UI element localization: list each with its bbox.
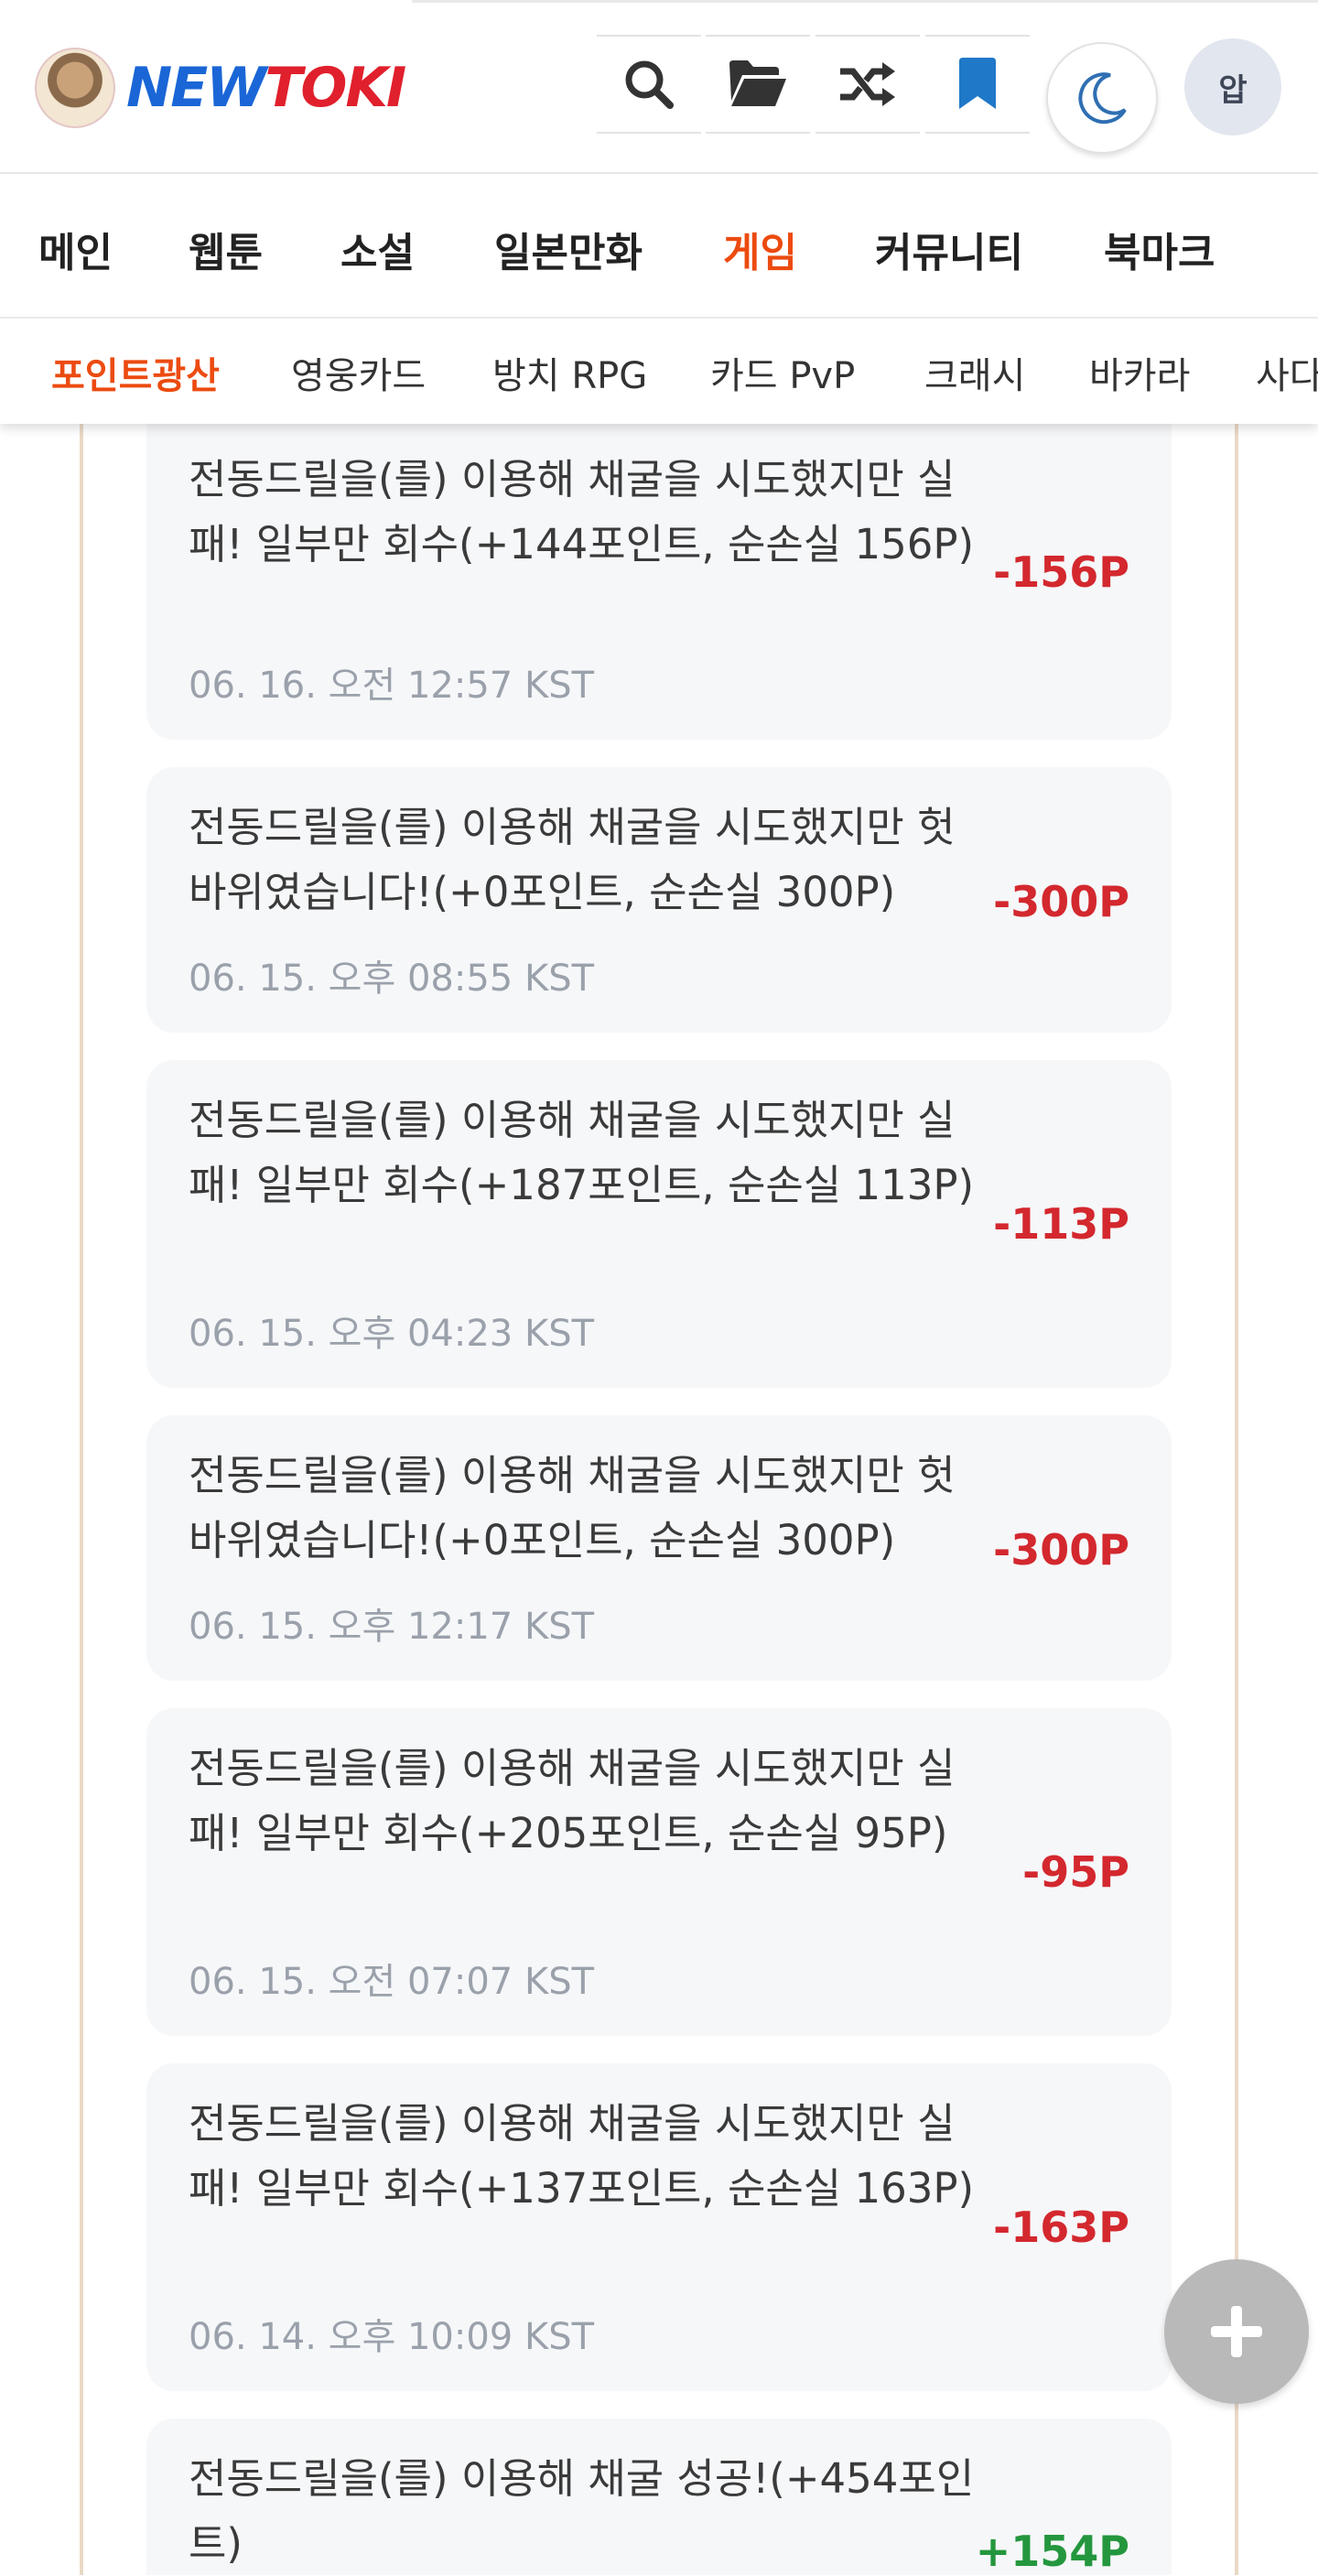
entry-time: 06. 15. 오후 12:17 KST — [189, 1606, 595, 1648]
search-icon — [625, 60, 674, 109]
history-entry: 전동드릴을(를) 이용해 채굴을 시도했지만 실패! 일부만 회수(+205포인… — [146, 1708, 1172, 2036]
entry-description: 전동드릴을(를) 이용해 채굴을 시도했지만 헛바위였습니다!(+0포인트, 순… — [189, 803, 956, 916]
history-entry: 전동드릴을(를) 이용해 채굴을 시도했지만 실패! 일부만 회수(+137포인… — [146, 2063, 1172, 2391]
entry-description: 전동드릴을(를) 이용해 채굴 성공!(+454포인트) — [189, 2454, 975, 2568]
nav-item-webtoon[interactable]: 웹툰 — [189, 220, 263, 278]
nav-item-manga[interactable]: 일본만화 — [494, 220, 643, 278]
subnav-item-idle-rpg[interactable]: 방치 RPG — [492, 346, 647, 399]
bookmark-icon — [959, 58, 996, 109]
subnav-item-baccarat[interactable]: 바카라 — [1089, 346, 1190, 399]
entry-amount: -113P — [993, 1199, 1129, 1249]
main-nav: 메인 웹툰 소설 일본만화 게임 커뮤니티 북마크 — [0, 174, 1318, 319]
user-avatar[interactable]: 압 — [1184, 38, 1281, 135]
folder-button[interactable] — [706, 35, 810, 134]
search-button[interactable] — [597, 35, 701, 134]
mascot-icon — [35, 48, 115, 128]
shuffle-button[interactable] — [816, 35, 920, 134]
entry-amount: -300P — [993, 1525, 1129, 1575]
subnav-item-hero-card[interactable]: 영웅카드 — [291, 346, 426, 399]
top-divider — [412, 0, 1318, 3]
shuffle-icon — [840, 62, 895, 106]
entry-amount: -163P — [993, 2203, 1129, 2252]
moon-icon — [1078, 72, 1127, 124]
entry-description: 전동드릴을(를) 이용해 채굴을 시도했지만 실패! 일부만 회수(+205포인… — [189, 1744, 956, 1857]
history-entry: 전동드릴을(를) 이용해 채굴을 시도했지만 실패! 일부만 회수(+144포인… — [146, 403, 1172, 740]
site-logo[interactable]: NEWTOKI — [35, 48, 406, 128]
sub-nav: 포인트광산 영웅카드 방치 RPG 카드 PvP 크래시 바카라 사다리 — [0, 319, 1318, 424]
entry-amount: -300P — [993, 877, 1129, 926]
entry-description: 전동드릴을(를) 이용해 채굴을 시도했지만 실패! 일부만 회수(+187포인… — [189, 1096, 975, 1209]
nav-item-novel[interactable]: 소설 — [340, 220, 415, 278]
entry-time: 06. 14. 오후 10:09 KST — [189, 2316, 595, 2358]
entry-time: 06. 15. 오후 04:23 KST — [189, 1313, 595, 1355]
history-entry: 전동드릴을(를) 이용해 채굴을 시도했지만 실패! 일부만 회수(+187포인… — [146, 1060, 1172, 1388]
plus-icon — [1211, 2306, 1262, 2357]
folder-icon — [729, 60, 786, 106]
bookmark-button[interactable] — [925, 35, 1030, 134]
subnav-item-crash[interactable]: 크래시 — [924, 346, 1025, 399]
nav-item-community[interactable]: 커뮤니티 — [875, 220, 1023, 278]
add-floating-button[interactable] — [1164, 2259, 1309, 2404]
dark-mode-toggle[interactable] — [1046, 42, 1158, 154]
entry-description: 전동드릴을(를) 이용해 채굴을 시도했지만 실패! 일부만 회수(+144포인… — [189, 455, 975, 568]
nav-item-main[interactable]: 메인 — [38, 220, 113, 278]
entry-amount: -95P — [1022, 1847, 1129, 1897]
logo-toki: TOKI — [265, 56, 406, 120]
history-entry: 전동드릴을(를) 이용해 채굴 성공!(+454포인트) +154P — [146, 2419, 1172, 2576]
logo-new: NEW — [126, 56, 266, 120]
entry-amount: +154P — [975, 2527, 1129, 2576]
history-entry: 전동드릴을(를) 이용해 채굴을 시도했지만 헛바위였습니다!(+0포인트, 순… — [146, 1415, 1172, 1681]
subnav-item-ladder[interactable]: 사다리 — [1256, 346, 1318, 399]
subnav-item-point-mine[interactable]: 포인트광산 — [51, 346, 220, 399]
entry-time: 06. 15. 오후 08:55 KST — [189, 958, 595, 1000]
entry-time: 06. 16. 오전 12:57 KST — [189, 665, 595, 707]
logo-text: NEWTOKI — [126, 56, 406, 120]
subnav-item-card-pvp[interactable]: 카드 PvP — [710, 346, 855, 399]
top-bar: NEWTOKI 압 — [0, 0, 1318, 174]
entry-description: 전동드릴을(를) 이용해 채굴을 시도했지만 헛바위였습니다!(+0포인트, 순… — [189, 1451, 956, 1564]
history-entry: 전동드릴을(를) 이용해 채굴을 시도했지만 헛바위였습니다!(+0포인트, 순… — [146, 767, 1172, 1033]
entry-amount: -156P — [993, 547, 1129, 597]
nav-item-bookmark[interactable]: 북마크 — [1104, 220, 1215, 278]
entry-time: 06. 15. 오전 07:07 KST — [189, 1961, 595, 2003]
entry-description: 전동드릴을(를) 이용해 채굴을 시도했지만 실패! 일부만 회수(+137포인… — [189, 2099, 975, 2213]
nav-item-game[interactable]: 게임 — [723, 220, 797, 278]
